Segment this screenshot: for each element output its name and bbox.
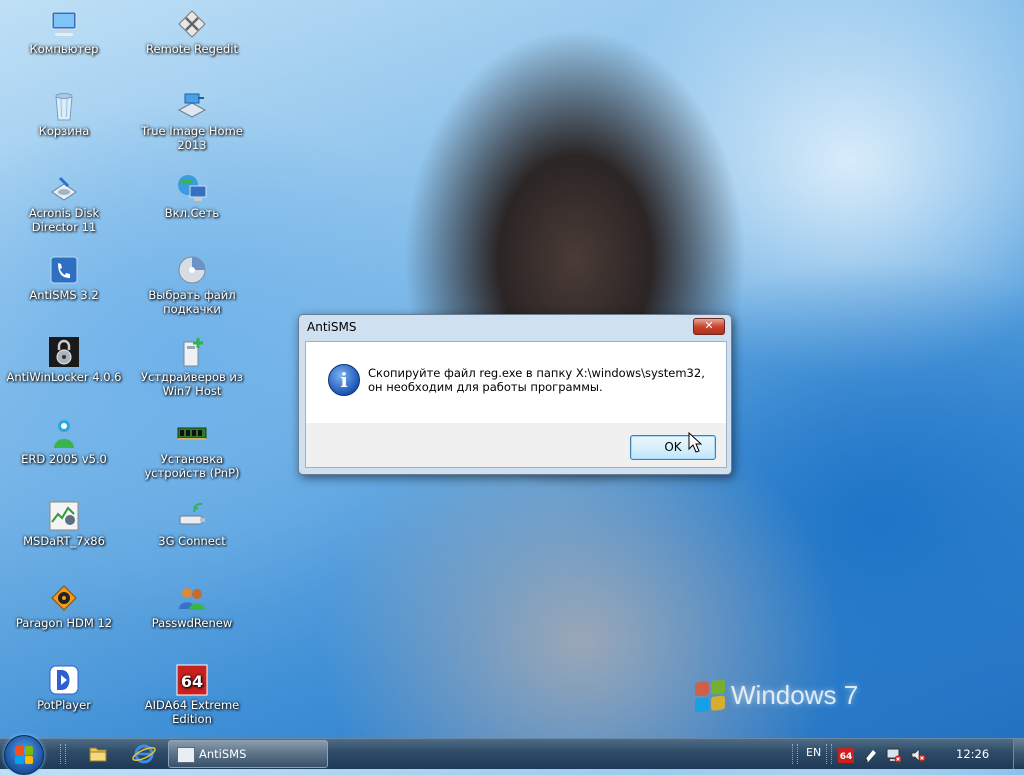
desktop-icon-3g-connect[interactable]: 3G Connect	[132, 500, 252, 548]
icon-label: AntiWinLocker 4.0.6	[6, 370, 122, 384]
icon-label: AIDA64 Extreme Edition	[144, 698, 240, 726]
regedit-icon	[176, 8, 208, 40]
tray-separator	[826, 744, 832, 764]
desktop-icon-driver-install[interactable]: Устдрайверов из Win7 Host	[132, 336, 252, 398]
internet-explorer-icon	[132, 744, 156, 764]
icon-label: True Image Home 2013	[141, 124, 243, 152]
desktop-icon-acronis[interactable]: Acronis Disk Director 11	[4, 172, 124, 234]
desktop-icon-potplayer[interactable]: PotPlayer	[4, 664, 124, 712]
icon-label: PotPlayer	[37, 698, 91, 712]
dialog-message: Скопируйте файл reg.exe в папку X:\windo…	[368, 366, 705, 394]
true-image-icon	[176, 90, 208, 122]
info-icon: i	[328, 364, 360, 396]
pinned-explorer[interactable]	[80, 741, 116, 767]
icon-label: ERD 2005 v5.0	[21, 452, 107, 466]
desktop-icon-recycle-bin[interactable]: Корзина	[4, 90, 124, 138]
icon-label: MSDaRT_7x86	[23, 534, 105, 548]
potplayer-icon	[48, 664, 80, 696]
desktop-icon-antiwinlocker[interactable]: AntiWinLocker 4.0.6	[4, 336, 124, 384]
icon-label: Установка устройств (PnP)	[144, 452, 240, 480]
desktop-icon-remote-regedit[interactable]: Remote Regedit	[132, 8, 252, 56]
network-icon	[176, 172, 208, 204]
windows-logo-icon	[695, 678, 725, 713]
dialog-footer: OK	[305, 423, 727, 468]
icon-label: 3G Connect	[158, 534, 226, 548]
desktop-icon-msdart[interactable]: MSDaRT_7x86	[4, 500, 124, 548]
icon-label: Acronis Disk Director 11	[28, 206, 100, 234]
icon-label: Вкл.Сеть	[164, 206, 220, 220]
watermark-text: Windows 7	[731, 680, 859, 710]
aida64-tray-icon[interactable]: 64	[838, 747, 854, 763]
modem-icon	[176, 500, 208, 532]
driver-install-icon	[176, 336, 208, 368]
antisms-icon	[48, 254, 80, 286]
icon-label: Paragon HDM 12	[15, 616, 113, 630]
close-icon: ✕	[704, 319, 714, 332]
desktop-icon-antisms[interactable]: AntiSMS 3.2	[4, 254, 124, 302]
computer-icon	[48, 8, 80, 40]
icon-label: Remote Regedit	[146, 42, 238, 56]
dialog-title: AntiSMS	[307, 320, 357, 334]
desktop-icon-pagefile[interactable]: Выбрать файл подкачки	[132, 254, 252, 316]
desktop-icon-network[interactable]: Вкл.Сеть	[132, 172, 252, 220]
windows-start-icon	[15, 746, 33, 764]
antisms-dialog: AntiSMS ✕ i Скопируйте файл reg.exe в па…	[298, 314, 732, 475]
tray-grip	[792, 744, 798, 764]
desktop-icon-true-image[interactable]: True Image Home 2013	[132, 90, 252, 152]
network-tray-icon[interactable]	[886, 747, 902, 763]
desktop-icon-erd[interactable]: ERD 2005 v5.0	[4, 418, 124, 466]
taskbar-grip[interactable]	[60, 744, 66, 764]
svg-text:64: 64	[840, 752, 853, 762]
show-desktop-button[interactable]	[1013, 739, 1024, 769]
icon-label: AntiSMS 3.2	[29, 288, 99, 302]
icon-label: Устдрайверов из Win7 Host	[140, 370, 243, 398]
paragon-icon	[48, 582, 80, 614]
desktop-icon-passwdrenew[interactable]: PasswdRenew	[132, 582, 252, 630]
acronis-disk-icon	[48, 172, 80, 204]
clock[interactable]: 12:26	[956, 747, 989, 761]
windows-7-watermark: Windows 7	[695, 678, 859, 713]
taskbar: AntiSMS EN 64 12:26	[0, 735, 1024, 775]
task-label: AntiSMS	[199, 747, 247, 761]
users-icon	[176, 582, 208, 614]
desktop-icon-paragon[interactable]: Paragon HDM 12	[4, 582, 124, 630]
volume-muted-icon[interactable]	[910, 747, 926, 763]
recycle-bin-icon	[48, 90, 80, 122]
close-button[interactable]: ✕	[693, 318, 725, 335]
icon-label: Корзина	[38, 124, 90, 138]
svg-text:64: 64	[181, 672, 203, 691]
pagefile-icon	[176, 254, 208, 286]
explorer-icon	[89, 747, 107, 762]
start-button[interactable]	[4, 735, 44, 775]
aida64-icon: 64	[176, 664, 208, 696]
msdart-icon	[48, 500, 80, 532]
ok-button[interactable]: OK	[630, 435, 716, 460]
lock-icon	[48, 336, 80, 368]
taskbar-item-antisms[interactable]: AntiSMS	[168, 740, 328, 768]
mouse-cursor-icon	[688, 432, 702, 453]
pnp-device-icon	[176, 418, 208, 450]
language-indicator[interactable]: EN	[806, 746, 821, 759]
icon-label: PasswdRenew	[151, 616, 233, 630]
pinned-internet-explorer[interactable]	[126, 741, 162, 767]
icon-label: Компьютер	[29, 42, 99, 56]
desktop-icon-computer[interactable]: Компьютер	[4, 8, 124, 56]
erd-icon	[48, 418, 80, 450]
desktop-icon-aida64[interactable]: 64 AIDA64 Extreme Edition	[132, 664, 252, 726]
dialog-body: i Скопируйте файл reg.exe в папку X:\win…	[305, 341, 727, 424]
icon-label: Выбрать файл подкачки	[148, 288, 236, 316]
window-icon	[177, 747, 195, 763]
pen-tray-icon[interactable]	[862, 747, 878, 763]
desktop-icon-pnp[interactable]: Установка устройств (PnP)	[132, 418, 252, 480]
